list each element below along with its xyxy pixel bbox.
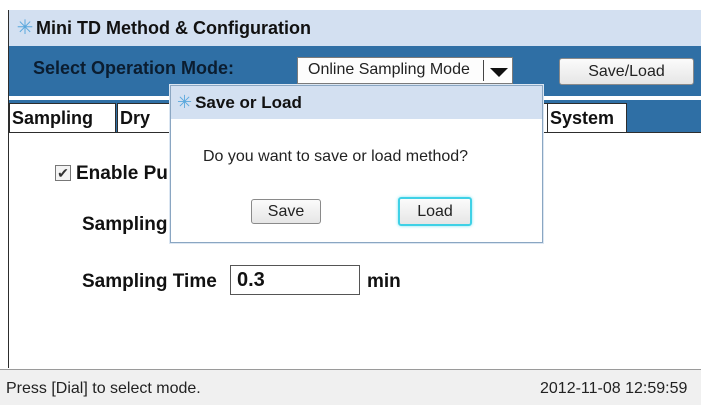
- tab-system[interactable]: System: [547, 103, 627, 132]
- dialog-title-bar: ✳ Save or Load: [171, 86, 542, 119]
- sampling-label: Sampling: [82, 214, 168, 235]
- dialog-save-button[interactable]: Save: [251, 199, 321, 224]
- combo-separator: [483, 60, 484, 81]
- dialog-title: Save or Load: [195, 92, 302, 112]
- dropdown-arrow-icon[interactable]: [490, 68, 508, 77]
- enable-checkbox[interactable]: ✔: [55, 165, 71, 181]
- save-load-dialog: ✳ Save or Load Do you want to save or lo…: [170, 85, 543, 243]
- dialog-message: Do you want to save or load method?: [203, 148, 469, 165]
- asterisk-icon: ✳: [16, 17, 34, 39]
- operation-mode-value: Online Sampling Mode: [308, 61, 470, 78]
- status-message: Press [Dial] to select mode.: [6, 380, 201, 397]
- tab-dry[interactable]: Dry: [117, 103, 177, 132]
- sampling-time-unit: min: [367, 271, 401, 292]
- tab-sampling[interactable]: Sampling: [9, 103, 116, 132]
- status-timestamp: 2012-11-08 12:59:59: [540, 380, 688, 397]
- enable-label: Enable Pu: [76, 163, 168, 184]
- save-load-button[interactable]: Save/Load: [559, 58, 694, 85]
- sampling-time-label: Sampling Time: [82, 271, 217, 292]
- sampling-time-input[interactable]: 0.3: [230, 265, 360, 295]
- operation-mode-label: Select Operation Mode:: [33, 58, 235, 78]
- title-bar: ✳ Mini TD Method & Configuration: [9, 10, 701, 46]
- dialog-load-button[interactable]: Load: [398, 197, 472, 226]
- window-title: Mini TD Method & Configuration: [36, 17, 311, 38]
- operation-mode-select[interactable]: Online Sampling Mode: [297, 57, 513, 84]
- asterisk-icon: ✳: [177, 92, 193, 112]
